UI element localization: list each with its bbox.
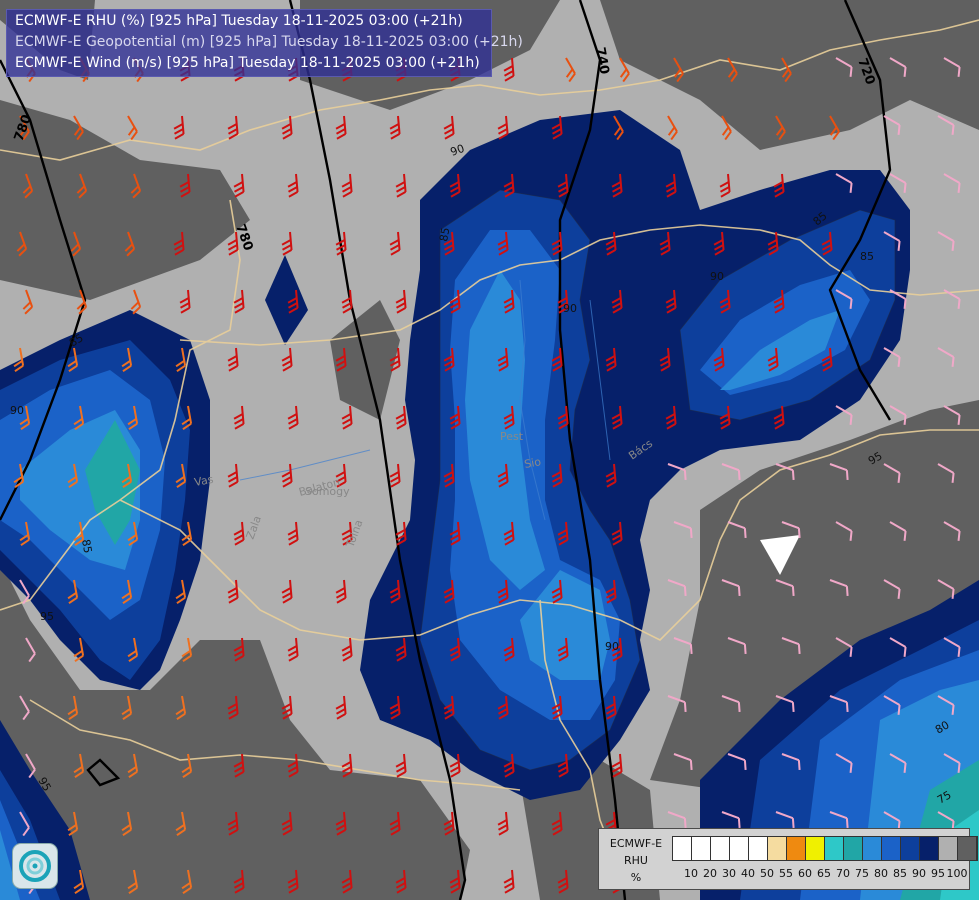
- legend-swatch: [730, 837, 749, 860]
- legend-variable: RHU: [624, 854, 648, 867]
- legend-tick-label: 85: [893, 867, 907, 880]
- ecmwf-logo: [12, 843, 58, 889]
- title-rhu: ECMWF-E RHU (%) [925 hPa] Tuesday 18-11-…: [15, 13, 463, 29]
- legend-tick-label: 60: [798, 867, 812, 880]
- legend-tick-label: 80: [874, 867, 888, 880]
- rhu-contour-label: 95: [40, 610, 54, 623]
- legend-tick-label: 20: [703, 867, 717, 880]
- legend-swatch: [673, 837, 692, 860]
- place-label: Pest: [500, 430, 524, 443]
- map-title-box: ECMWF-E RHU (%) [925 hPa] Tuesday 18-11-…: [6, 9, 523, 77]
- legend-tick-label: 30: [722, 867, 736, 880]
- legend-tick-label: 95: [931, 867, 945, 880]
- legend-tick-label: 75: [855, 867, 869, 880]
- legend-swatch: [711, 837, 730, 860]
- legend-swatch: [958, 837, 977, 860]
- legend-swatch: [749, 837, 768, 860]
- legend-tick-label: 70: [836, 867, 850, 880]
- rhu-legend: ECMWF-E RHU % 10 20 30 40 50 55 60 65 70 75 80 85 90…: [598, 828, 978, 890]
- title-geopotential: ECMWF-E Geopotential (m) [925 hPa] Tuesd…: [15, 34, 523, 50]
- legend-unit: %: [630, 871, 642, 884]
- rhu-contour-label: 85: [437, 226, 452, 242]
- legend-swatches: [672, 836, 978, 861]
- legend-tick-label: 90: [912, 867, 926, 880]
- legend-model: ECMWF-E: [609, 837, 663, 850]
- legend-tick-label: 50: [760, 867, 774, 880]
- swirl-icon: [19, 850, 51, 882]
- legend-swatch: [806, 837, 825, 860]
- legend-tick-label: 55: [779, 867, 793, 880]
- legend-swatch: [692, 837, 711, 860]
- legend-swatch: [901, 837, 920, 860]
- rhu-contour-label: 85: [860, 250, 874, 263]
- legend-swatch: [920, 837, 939, 860]
- legend-swatch: [787, 837, 806, 860]
- place-label: Somogy: [305, 485, 350, 498]
- legend-tick-label: 10: [684, 867, 698, 880]
- legend-swatch: [768, 837, 787, 860]
- rhu-contour-label: 85: [79, 538, 94, 554]
- rhu-contour-label: 90: [563, 302, 577, 315]
- legend-swatch: [844, 837, 863, 860]
- title-wind: ECMWF-E Wind (m/s) [925 hPa] Tuesday 18-…: [15, 55, 480, 71]
- rhu-contour-label: 90: [605, 640, 619, 653]
- rhu-map: 780780720740 908585908590958590859095807…: [0, 0, 979, 900]
- rhu-contour-label: 90: [10, 404, 24, 417]
- legend-swatch: [825, 837, 844, 860]
- legend-swatch: [882, 837, 901, 860]
- legend-tick-label: 65: [817, 867, 831, 880]
- rhu-contour-label: 90: [710, 270, 724, 283]
- legend-tick-label: 100: [946, 867, 968, 880]
- legend-swatch: [939, 837, 958, 860]
- legend-tick-label: 40: [741, 867, 755, 880]
- legend-swatch: [863, 837, 882, 860]
